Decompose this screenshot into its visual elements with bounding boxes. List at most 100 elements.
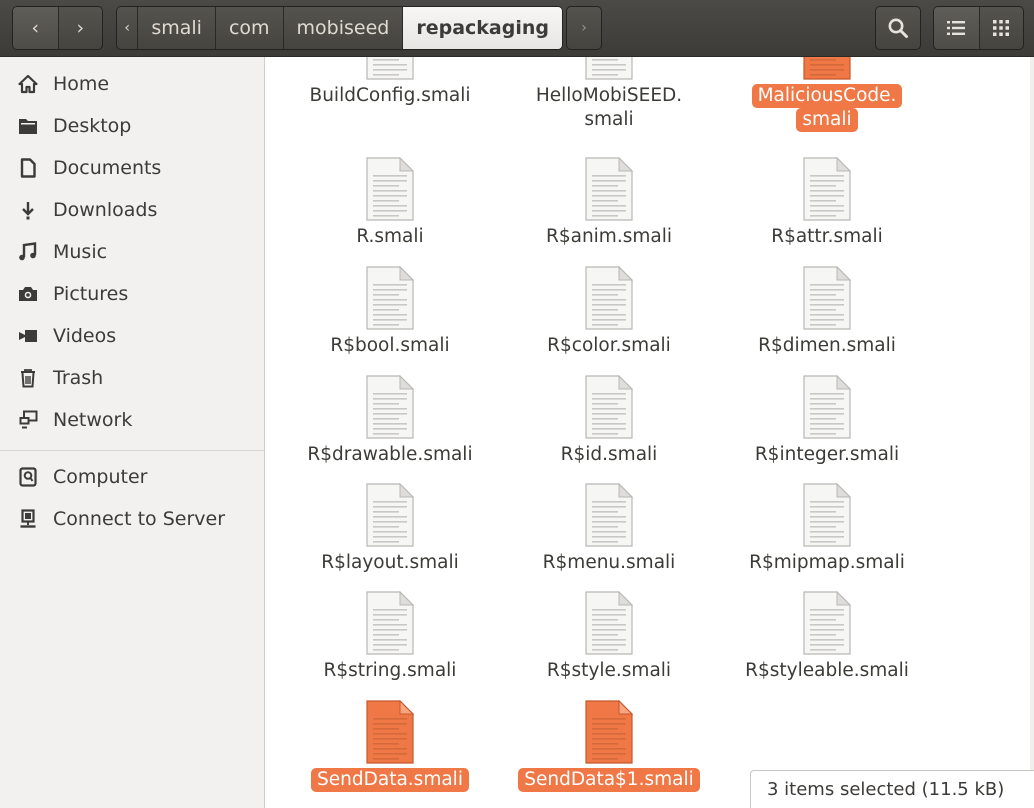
file-name-label: R$mipmap.smali: [717, 551, 937, 575]
sidebar-item-downloads[interactable]: Downloads: [0, 190, 264, 230]
file-name-text: MaliciousCode.: [751, 84, 903, 108]
breadcrumb-mobiseed[interactable]: mobiseed: [282, 7, 403, 49]
file-name-text: R$string.smali: [323, 660, 457, 681]
camera-icon: [17, 283, 39, 305]
text-file-icon: [364, 156, 416, 225]
sidebar-item-label: Desktop: [53, 115, 132, 137]
text-file-icon: [583, 265, 635, 334]
sidebar-item-label: Connect to Server: [53, 508, 226, 530]
file-view[interactable]: BuildConfig.smali HelloMobiSEED. smali Ma…: [266, 57, 1034, 808]
sidebar-item-videos[interactable]: Videos: [0, 316, 264, 356]
breadcrumb-repackaging[interactable]: repackaging: [402, 7, 562, 49]
file-name-text: R$layout.smali: [321, 552, 459, 573]
file-name-text: R$drawable.smali: [307, 444, 473, 465]
file-name-label: R$styleable.smali: [717, 659, 937, 683]
text-file-icon: [583, 699, 635, 768]
sidebar-item-network[interactable]: Network: [0, 400, 264, 440]
folder-icon: [17, 115, 39, 137]
file-name-text: R$attr.smali: [771, 226, 883, 247]
file-name-text: R$mipmap.smali: [749, 552, 905, 573]
text-file-icon: [583, 590, 635, 659]
sidebar-item-label: Documents: [53, 157, 162, 179]
header-bar: ‹ › ‹ smali com mobiseed repackaging ›: [0, 0, 1034, 57]
text-file-icon: [583, 374, 635, 443]
view-mode-buttons: [933, 6, 1024, 50]
sidebar-divider: [0, 450, 264, 451]
text-file-icon: [364, 265, 416, 334]
sidebar-item-label: Trash: [53, 367, 104, 389]
text-file-icon: [801, 57, 853, 84]
text-file-icon: [583, 482, 635, 551]
home-icon: [17, 73, 39, 95]
sidebar-item-desktop[interactable]: Desktop: [0, 106, 264, 146]
file-name-text: R$dimen.smali: [758, 335, 896, 356]
server-icon: [17, 508, 39, 530]
back-button[interactable]: ‹: [13, 7, 58, 49]
file-name-text: smali: [584, 109, 634, 130]
file-name-label: R$integer.smali: [717, 443, 937, 467]
forward-arrow-icon: ›: [76, 17, 85, 39]
music-icon: [17, 241, 39, 263]
text-file-icon: [583, 156, 635, 225]
navigation-buttons: ‹ ›: [12, 6, 103, 50]
list-view-icon: [947, 21, 966, 35]
text-file-icon: [583, 57, 635, 84]
file-name-label: R$bool.smali: [280, 334, 500, 358]
sidebar-item-label: Network: [53, 409, 133, 431]
file-name-label: HelloMobiSEED. smali: [499, 84, 719, 132]
text-file-icon: [801, 265, 853, 334]
file-name-label: BuildConfig.smali: [280, 84, 500, 108]
sidebar-item-trash[interactable]: Trash: [0, 358, 264, 398]
forward-button[interactable]: ›: [57, 7, 103, 49]
text-file-icon: [364, 482, 416, 551]
breadcrumb-scroll-left-button[interactable]: ‹: [117, 7, 137, 49]
chevron-right-icon: ›: [581, 20, 587, 36]
sidebar-item-pictures[interactable]: Pictures: [0, 274, 264, 314]
file-name-label: R$color.smali: [499, 334, 719, 358]
text-file-icon: [801, 482, 853, 551]
file-name-label: R.smali: [280, 225, 500, 249]
sidebar-item-label: Pictures: [53, 283, 129, 305]
breadcrumb-com[interactable]: com: [214, 7, 283, 49]
file-name-label: R$id.smali: [499, 443, 719, 467]
breadcrumb: ‹ smali com mobiseed repackaging: [116, 6, 563, 50]
file-name-text: R.smali: [356, 226, 424, 247]
sidebar-item-label: Downloads: [53, 199, 158, 221]
grid-view-button[interactable]: [978, 7, 1024, 49]
file-name-label: R$menu.smali: [499, 551, 719, 575]
file-name-text: SendData$1.smali: [518, 768, 700, 792]
computer-icon: [17, 466, 39, 488]
file-name-text: SendData.smali: [311, 768, 469, 792]
file-name-label: R$string.smali: [280, 659, 500, 683]
back-arrow-icon: ‹: [31, 17, 40, 39]
search-button[interactable]: [875, 6, 921, 50]
text-file-icon: [364, 57, 416, 84]
sidebar-item-documents[interactable]: Documents: [0, 148, 264, 188]
video-icon: [17, 325, 39, 347]
sidebar-item-computer[interactable]: Computer: [0, 457, 264, 497]
file-name-text: R$style.smali: [546, 660, 672, 681]
breadcrumb-smali[interactable]: smali: [137, 7, 215, 49]
sidebar-item-music[interactable]: Music: [0, 232, 264, 272]
list-view-button[interactable]: [934, 7, 979, 49]
text-file-icon: [801, 590, 853, 659]
breadcrumb-scroll-right-button[interactable]: ›: [566, 6, 602, 50]
file-name-text: HelloMobiSEED.: [535, 85, 683, 106]
text-file-icon: [364, 699, 416, 768]
file-name-label: SendData.smali: [280, 768, 500, 792]
document-icon: [17, 157, 39, 179]
file-name-text: R$bool.smali: [330, 335, 450, 356]
file-name-text: smali: [796, 108, 858, 132]
sidebar-item-label: Music: [53, 241, 108, 263]
file-name-text: R$styleable.smali: [745, 660, 909, 681]
search-icon: [888, 18, 908, 38]
scrollbar[interactable]: [1030, 57, 1034, 808]
sidebar-item-home[interactable]: Home: [0, 64, 264, 104]
sidebar-item-label: Computer: [53, 466, 148, 488]
file-name-label: SendData$1.smali: [499, 768, 719, 792]
download-icon: [17, 199, 39, 221]
chevron-left-icon: ‹: [124, 20, 130, 36]
text-file-icon: [801, 374, 853, 443]
sidebar-item-connect-to-server[interactable]: Connect to Server: [0, 499, 264, 539]
file-name-label: R$style.smali: [499, 659, 719, 683]
